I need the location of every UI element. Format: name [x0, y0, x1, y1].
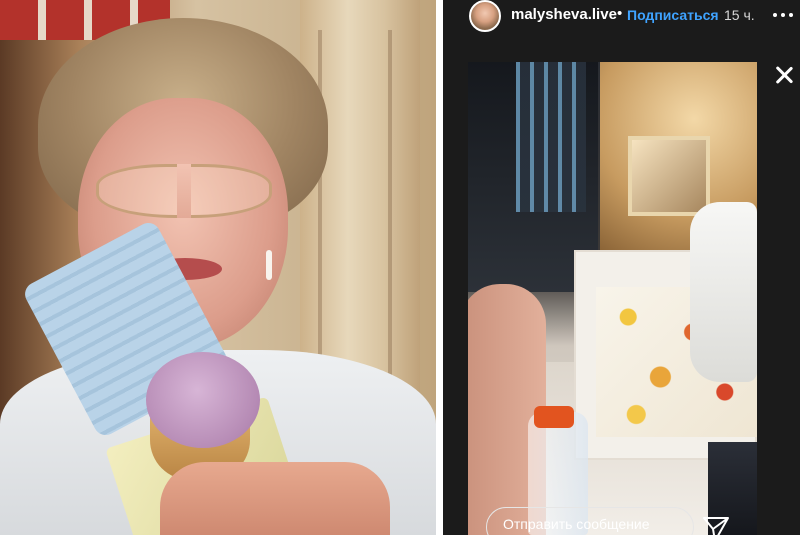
store-lights: [516, 62, 586, 212]
ice-cream-scoop: [146, 352, 260, 448]
close-icon[interactable]: [773, 64, 795, 86]
reply-input[interactable]: Отправить сообщение: [486, 507, 694, 535]
instagram-story: malysheva.live • Подписаться 15 ч. Отпра…: [443, 0, 800, 535]
send-icon[interactable]: [701, 514, 731, 535]
story-header: malysheva.live • Подписаться 15 ч.: [443, 0, 800, 36]
hand: [160, 462, 390, 535]
spray-nozzle: [534, 406, 574, 428]
glasses: [96, 164, 272, 218]
story-media[interactable]: [468, 62, 757, 535]
profile-avatar[interactable]: [469, 0, 501, 32]
username[interactable]: malysheva.live: [511, 6, 617, 23]
left-photo: [0, 0, 436, 535]
separator-dot: •: [617, 5, 623, 22]
post-time: 15 ч.: [724, 7, 755, 23]
panel-divider: [436, 0, 443, 535]
follow-button[interactable]: Подписаться: [627, 7, 719, 23]
earbud: [266, 250, 272, 280]
gloved-hand: [690, 202, 757, 382]
display-mirror: [628, 136, 710, 216]
more-options-icon[interactable]: [769, 6, 799, 24]
